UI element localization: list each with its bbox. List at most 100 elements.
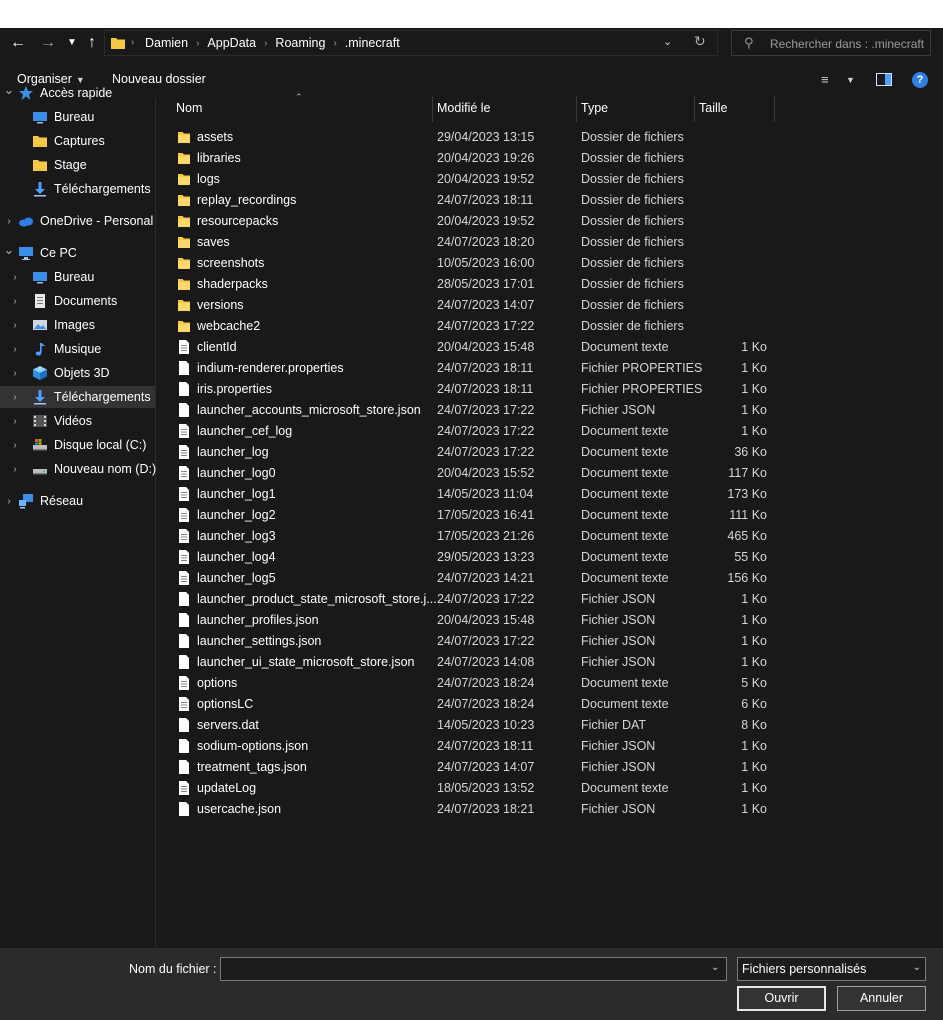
nav-item-t-l-chargements[interactable]: Téléchargements (0, 178, 155, 200)
file-type: Fichier DAT (581, 718, 647, 732)
table-row[interactable]: launcher_product_state_microsoft_store.j… (157, 589, 943, 610)
breadcrumb-separator-icon[interactable]: › (194, 38, 201, 49)
back-arrow-icon[interactable]: ← (8, 33, 28, 53)
chevron-right-icon[interactable]: › (6, 368, 24, 379)
table-row[interactable]: sodium-options.json 24/07/2023 18:11 Fichi… (157, 736, 943, 757)
breadcrumb-item[interactable]: Roaming (269, 36, 331, 50)
breadcrumb-item[interactable]: .minecraft (339, 36, 406, 50)
chevron-right-icon[interactable]: › (6, 296, 24, 307)
chevron-right-icon[interactable]: › (0, 216, 18, 227)
table-row[interactable]: options 24/07/2023 18:24 Document texte 5 K… (157, 673, 943, 694)
nav-item-musique[interactable]: › Musique (0, 338, 155, 360)
nav-item-stage[interactable]: Stage (0, 154, 155, 176)
preview-pane-icon[interactable] (876, 73, 892, 86)
search-box[interactable]: ⚲ Rechercher dans : .minecraft (731, 30, 931, 56)
filename-input[interactable] (220, 957, 727, 981)
breadcrumb-separator-icon[interactable]: › (331, 38, 338, 49)
table-row[interactable]: shaderpacks 28/05/2023 17:01 Dossier de fi… (157, 274, 943, 295)
help-icon[interactable]: ? (912, 72, 928, 88)
chevron-right-icon[interactable]: › (0, 496, 18, 507)
table-row[interactable]: saves 24/07/2023 18:20 Dossier de fichiers (157, 232, 943, 253)
table-row[interactable]: assets 29/04/2023 13:15 Dossier de fichier… (157, 127, 943, 148)
view-options-icon[interactable]: ≡ (821, 72, 829, 87)
table-row[interactable]: launcher_cef_log 24/07/2023 17:22 Document… (157, 421, 943, 442)
table-row[interactable]: launcher_settings.json 24/07/2023 17:22 Fi… (157, 631, 943, 652)
table-row[interactable]: optionsLC 24/07/2023 18:24 Document texte 6… (157, 694, 943, 715)
table-row[interactable]: resourcepacks 20/04/2023 19:52 Dossier de … (157, 211, 943, 232)
chevron-right-icon[interactable]: › (6, 440, 24, 451)
nav-item-nouveau-nom-d[interactable]: › Nouveau nom (D:) (0, 458, 156, 480)
address-dropdown-chevron-icon[interactable]: ⌄ (663, 35, 672, 48)
recent-locations-chevron-icon[interactable]: ▼ (62, 33, 82, 53)
open-button[interactable]: Ouvrir (737, 986, 826, 1011)
column-header-type[interactable]: Type (577, 94, 694, 122)
cancel-button[interactable]: Annuler (837, 986, 926, 1011)
drive-c-icon (32, 437, 48, 453)
table-row[interactable]: launcher_log0 20/04/2023 15:52 Document te… (157, 463, 943, 484)
table-row[interactable]: launcher_log3 17/05/2023 21:26 Document te… (157, 526, 943, 547)
column-header-modified[interactable]: Modifié le (433, 94, 576, 122)
up-arrow-icon[interactable]: ↑ (82, 33, 102, 53)
download-icon (32, 181, 48, 197)
breadcrumb: Damien › AppData › Roaming › .minecraft (139, 31, 406, 55)
filename-dropdown-chevron-icon[interactable]: ⌄ (711, 962, 719, 973)
nav-item-r-seau[interactable]: › Réseau (0, 490, 155, 512)
nav-item-acc-s-rapide[interactable]: ⌄ Accès rapide (0, 82, 155, 104)
table-row[interactable]: launcher_profiles.json 20/04/2023 15:48 Fi… (157, 610, 943, 631)
nav-item-t-l-chargements[interactable]: › Téléchargements (0, 386, 155, 408)
file-type: Dossier de fichiers (581, 298, 684, 312)
breadcrumb-item[interactable]: AppData (201, 36, 262, 50)
nav-item-bureau[interactable]: › Bureau (0, 266, 155, 288)
forward-arrow-icon[interactable]: → (38, 33, 58, 53)
breadcrumb-separator-icon[interactable]: › (262, 38, 269, 49)
table-row[interactable]: logs 20/04/2023 19:52 Dossier de fichiers (157, 169, 943, 190)
chevron-right-icon[interactable]: › (6, 392, 24, 403)
nav-item-disque-local-c[interactable]: › Disque local (C:) (0, 434, 155, 456)
table-row[interactable]: versions 24/07/2023 14:07 Dossier de fichi… (157, 295, 943, 316)
nav-item-images[interactable]: › Images (0, 314, 155, 336)
file-type: Fichier JSON (581, 655, 656, 669)
file-size: 465 Ko (727, 529, 767, 543)
table-row[interactable]: launcher_log1 14/05/2023 11:04 Document te… (157, 484, 943, 505)
chevron-right-icon[interactable]: › (6, 272, 24, 283)
nav-item-ce-pc[interactable]: ⌄ Ce PC (0, 242, 155, 264)
nav-item-label: Bureau (54, 270, 95, 284)
nav-item-vid-os[interactable]: › Vidéos (0, 410, 155, 432)
address-bar[interactable]: › Damien › AppData › Roaming › .minecraft ⌄ ↻ (104, 30, 718, 56)
chevron-down-icon[interactable]: ⌄ (0, 82, 18, 98)
column-header-size[interactable]: Taille (695, 94, 774, 122)
nav-item-documents[interactable]: › Documents (0, 290, 155, 312)
table-row[interactable]: launcher_log4 29/05/2023 13:23 Document te… (157, 547, 943, 568)
chevron-right-icon[interactable]: › (6, 416, 24, 427)
table-row[interactable]: screenshots 10/05/2023 16:00 Dossier de fi… (157, 253, 943, 274)
table-row[interactable]: indium-renderer.properties 24/07/2023 18:… (157, 358, 943, 379)
table-row[interactable]: clientId 20/04/2023 15:48 Document texte 1 … (157, 337, 943, 358)
view-options-chevron-icon[interactable]: ▼ (846, 75, 855, 85)
nav-item-bureau[interactable]: Bureau (0, 106, 155, 128)
chevron-down-icon[interactable]: ⌄ (0, 242, 18, 258)
table-row[interactable]: replay_recordings 24/07/2023 18:11 Dossier… (157, 190, 943, 211)
chevron-right-icon[interactable]: › (6, 320, 24, 331)
chevron-right-icon[interactable]: › (6, 344, 24, 355)
nav-item-captures[interactable]: Captures (0, 130, 155, 152)
table-row[interactable]: libraries 20/04/2023 19:26 Dossier de fich… (157, 148, 943, 169)
table-row[interactable]: treatment_tags.json 24/07/2023 14:07 Fichi… (157, 757, 943, 778)
table-row[interactable]: launcher_log5 24/07/2023 14:21 Document te… (157, 568, 943, 589)
breadcrumb-item[interactable]: Damien (139, 36, 194, 50)
nav-item-onedrive-personal[interactable]: › OneDrive - Personal (0, 210, 155, 232)
table-row[interactable]: launcher_log 24/07/2023 17:22 Document tex… (157, 442, 943, 463)
chevron-right-icon[interactable]: › (6, 464, 24, 475)
nav-item-objets-3d[interactable]: › Objets 3D (0, 362, 155, 384)
table-row[interactable]: updateLog 18/05/2023 13:52 Document texte 1… (157, 778, 943, 799)
table-row[interactable]: usercache.json 24/07/2023 18:21 Fichier JS… (157, 799, 943, 820)
column-divider[interactable] (774, 96, 775, 122)
filetype-select[interactable]: Fichiers personnalisés ⌄ (737, 957, 926, 981)
table-row[interactable]: launcher_accounts_microsoft_store.json 24… (157, 400, 943, 421)
table-row[interactable]: servers.dat 14/05/2023 10:23 Fichier DAT 8 … (157, 715, 943, 736)
table-row[interactable]: iris.properties 24/07/2023 18:11 Fichier P… (157, 379, 943, 400)
table-row[interactable]: webcache2 24/07/2023 17:22 Dossier de fich… (157, 316, 943, 337)
table-row[interactable]: launcher_ui_state_microsoft_store.json 24… (157, 652, 943, 673)
refresh-icon[interactable]: ↻ (694, 33, 706, 50)
file-type: Dossier de fichiers (581, 130, 684, 144)
table-row[interactable]: launcher_log2 17/05/2023 16:41 Document te… (157, 505, 943, 526)
